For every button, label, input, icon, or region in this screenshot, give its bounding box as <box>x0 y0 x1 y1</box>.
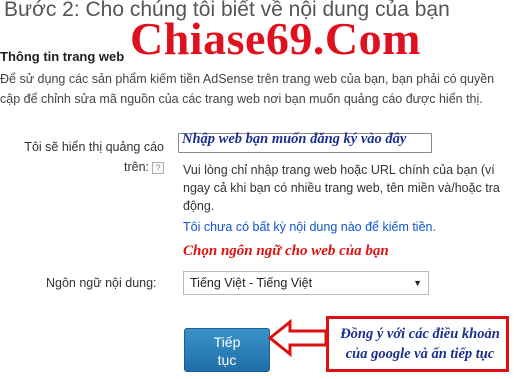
agree-annotation-text: Đồng ý với các điều khoản của google và … <box>332 324 508 364</box>
intro-line: cập để chỉnh sửa mã nguồn của các trang … <box>0 92 483 106</box>
site-help-line: ngay cả khi bạn có nhiều trang web, tên … <box>183 181 500 195</box>
site-field-label: Tôi sẽ hiển thị quảng cáo trên:? <box>4 137 164 177</box>
help-icon[interactable]: ? <box>152 161 164 174</box>
site-label-line1: Tôi sẽ hiển thị quảng cáo <box>24 140 164 154</box>
dropdown-arrow-icon: ▼ <box>413 278 422 288</box>
continue-button[interactable]: Tiếp tục <box>184 328 270 372</box>
language-label: Ngôn ngữ nội dung: <box>46 276 157 290</box>
site-help-text: Vui lòng chỉ nhập trang web hoặc URL chí… <box>183 161 514 215</box>
watermark-logo: Chiase69.Com <box>130 13 421 64</box>
no-content-link[interactable]: Tôi chưa có bất kỳ nội dung nào để kiếm … <box>183 220 436 234</box>
intro-text: Để sử dụng các sản phẩm kiếm tiền AdSens… <box>0 69 514 109</box>
site-label-line2: trên: <box>123 160 149 174</box>
site-help-line: Vui lòng chỉ nhập trang web hoặc URL chí… <box>183 163 495 177</box>
continue-label-line1: Tiếp <box>213 334 241 350</box>
agree-line2: của google và ấn tiếp tục <box>345 346 495 362</box>
agree-line1: Đồng ý với các điều khoản <box>340 326 500 342</box>
arrow-annotation-icon <box>268 318 328 358</box>
section-title: Thông tin trang web <box>0 49 125 64</box>
intro-line: Để sử dụng các sản phẩm kiếm tiền AdSens… <box>0 72 495 86</box>
language-select[interactable]: Tiếng Việt - Tiếng Việt ▼ <box>183 271 429 295</box>
agree-annotation-box: Đồng ý với các điều khoản của google và … <box>326 316 509 372</box>
site-help-line: động. <box>183 199 215 213</box>
language-selected-value: Tiếng Việt - Tiếng Việt <box>190 276 313 290</box>
language-annotation: Chọn ngôn ngữ cho web của bạn <box>183 243 389 259</box>
site-input-annotation: Nhập web bạn muốn đăng ký vào đây <box>182 131 407 147</box>
continue-label-line2: tục <box>217 352 237 368</box>
